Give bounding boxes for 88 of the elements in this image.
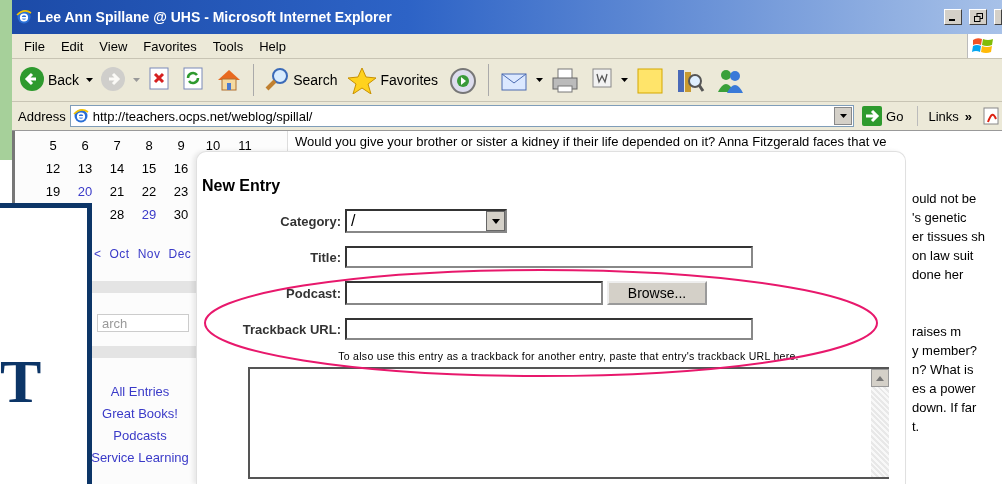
text-field[interactable] <box>345 246 753 268</box>
slide-heading: T <box>0 350 42 412</box>
restore-icon <box>973 12 983 22</box>
search-button[interactable]: Search <box>261 64 341 96</box>
calendar-day: 10 <box>205 138 221 153</box>
text-field[interactable] <box>345 318 753 340</box>
browse-button[interactable]: Browse... <box>607 281 707 305</box>
calendar-day: 16 <box>173 161 189 176</box>
close-button[interactable] <box>994 9 1002 25</box>
dropdown-button[interactable] <box>834 107 853 125</box>
calendar-day[interactable]: 20 <box>77 184 93 199</box>
restore-button[interactable] <box>969 9 987 25</box>
browser-icon <box>72 108 89 124</box>
menu-item[interactable]: File <box>16 36 53 56</box>
address-field[interactable]: http://teachers.ocps.net/weblog/spillal/ <box>69 105 855 127</box>
dropdown-caret-icon <box>491 218 500 224</box>
arrow-icon <box>862 106 883 126</box>
article-text: y member? <box>912 343 978 358</box>
sidebar-link[interactable]: Great Books! <box>102 406 178 421</box>
article-text: Would you give your brother or sister a kidney if their life depended on it? Anna Fitzgerald faces that ve <box>295 134 887 149</box>
sticky-note-icon <box>635 66 666 94</box>
calendar-day: 13 <box>77 161 93 176</box>
media-icon <box>448 66 479 94</box>
windows-logo-icon <box>972 36 994 56</box>
search-field[interactable]: arch <box>97 314 189 332</box>
article-text: er tissues sh <box>912 229 985 244</box>
calendar-day: 11 <box>238 138 252 153</box>
calendar-day[interactable]: 29 <box>141 207 157 222</box>
calendar-day: 15 <box>141 161 157 176</box>
calendar-day: 5 <box>49 138 57 153</box>
calendar-day: 7 <box>113 138 121 153</box>
article-text: down. If far <box>912 400 977 415</box>
month-link[interactable]: Oct <box>109 247 130 261</box>
calendar-day: 8 <box>145 138 153 153</box>
back-button[interactable]: Back <box>16 64 83 96</box>
dropdown-caret-icon[interactable] <box>86 77 94 83</box>
article-text: done her <box>912 267 964 282</box>
printer-icon <box>550 66 581 94</box>
star-icon <box>347 66 378 94</box>
dropdown-caret-icon[interactable] <box>621 77 629 83</box>
menu-item[interactable]: Tools <box>204 36 252 56</box>
menu-item[interactable]: Edit <box>52 36 92 56</box>
calendar-day: 23 <box>173 184 189 199</box>
calendar-day: 19 <box>45 184 61 199</box>
article-text: ould not be <box>912 191 977 206</box>
menu-item[interactable]: Help <box>251 36 294 56</box>
calendar-day: 14 <box>109 161 125 176</box>
sidebar-link[interactable]: Service Learning <box>91 450 189 465</box>
article-text: n? What is <box>912 362 974 377</box>
calendar-day: 22 <box>141 184 157 199</box>
sidebar-link[interactable]: Podcasts <box>113 428 167 443</box>
menu-item[interactable]: View <box>91 36 136 56</box>
article-text: raises m <box>912 324 962 339</box>
go-button[interactable]: Go <box>858 106 919 126</box>
calendar-day: 9 <box>177 138 185 153</box>
pdf-icon[interactable] <box>982 106 1002 126</box>
address-label: Address <box>18 108 66 124</box>
category-dropdown[interactable]: / <box>345 209 507 233</box>
scrollbar[interactable] <box>871 369 889 477</box>
window-title: Lee Ann Spillane @ UHS - Microsoft Internet Explorer <box>37 9 393 25</box>
calendar-day: 28 <box>109 207 125 222</box>
field-label: Category: <box>279 213 342 229</box>
field-label: Podcast: <box>285 285 342 301</box>
menu-item[interactable]: Favorites <box>135 36 205 56</box>
body-text-area[interactable] <box>248 367 889 479</box>
browser-icon <box>16 9 32 25</box>
favorites-button[interactable]: Favorites <box>344 64 442 96</box>
dropdown-caret-icon[interactable] <box>536 77 544 83</box>
file-path-field[interactable] <box>345 281 603 305</box>
caret-icon <box>839 113 847 119</box>
month-link[interactable]: < <box>94 247 102 261</box>
calendar-day: 30 <box>173 207 189 222</box>
month-link[interactable]: Nov <box>137 247 161 261</box>
calendar-day: 6 <box>81 138 89 153</box>
field-label: Trackback URL: <box>241 321 342 337</box>
article-text: on law suit <box>912 248 974 263</box>
article-text: es a power <box>912 381 976 396</box>
article-text: 's genetic <box>912 210 967 225</box>
scroll-up-arrow-icon <box>876 375 884 381</box>
field-label: Title: <box>309 249 342 265</box>
links-button[interactable]: Links » <box>922 108 978 124</box>
article-text: t. <box>912 419 920 434</box>
calendar-day: 21 <box>109 184 125 199</box>
month-link[interactable]: Dec <box>168 247 192 261</box>
sidebar-link[interactable]: All Entries <box>110 384 170 399</box>
panel-title: New Entry <box>202 177 281 195</box>
calendar-day: 12 <box>45 161 61 176</box>
minimize-button[interactable] <box>944 9 962 25</box>
